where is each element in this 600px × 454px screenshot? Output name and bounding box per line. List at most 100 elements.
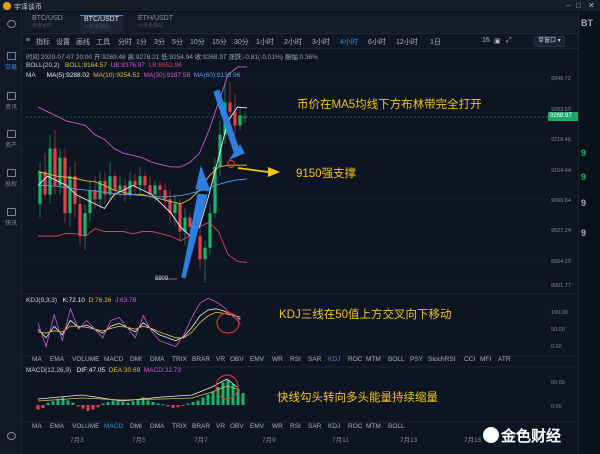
ind2-obv[interactable]: OBV [230,423,244,430]
ind2-rsi[interactable]: RSI [290,423,301,430]
fullscreen-icon[interactable]: ⤢ [506,37,512,45]
ind2-ema[interactable]: EMA [50,423,64,430]
toolbar-tools[interactable]: 工具 [96,37,110,47]
ind-dmi[interactable]: DMI [130,356,142,363]
period-10m[interactable]: 10分 [190,37,205,47]
close-icon[interactable]: ✕ [588,1,595,10]
period-3h[interactable]: 3小时 [312,37,330,47]
ind-atr[interactable]: ATR [498,356,511,363]
ind2-kdj[interactable]: KDJ [328,423,340,430]
macd-bar [61,397,65,405]
ind-emv[interactable]: EMV [250,356,264,363]
ind-macd[interactable]: MACD [104,356,123,363]
ind-psy[interactable]: PSY [410,356,423,363]
period-30m[interactable]: 30分 [234,37,249,47]
ind-mtm[interactable]: MTM [366,356,381,363]
ind-obv[interactable]: OBV [230,356,244,363]
minimize-icon[interactable]: – [566,1,570,10]
candle-body [78,203,82,237]
tab-btc-usdt[interactable]: BTC/USDT 火币全球站 [80,15,123,33]
macd-bar [156,403,160,405]
ind-volume[interactable]: VOLUME [72,356,99,363]
macd-bar [81,405,85,409]
ind2-dma[interactable]: DMA [150,423,164,430]
candle-body [233,111,237,126]
period-15m[interactable]: 15分 [212,37,227,47]
macd-bar [91,405,95,410]
ind-stochrsi[interactable]: StochRSI [428,356,455,363]
ind2-volume[interactable]: VOLUME [72,423,99,430]
sidebar-item-trade[interactable]: 交易 [0,52,22,71]
ind-kdj[interactable]: KDJ [328,356,340,363]
ind2-boll[interactable]: BOLL [388,423,405,430]
menu-icon[interactable]: ≡ [26,37,30,44]
sidebar-item-auth[interactable]: 投权 [0,169,22,188]
ind2-mtm[interactable]: MTM [366,423,381,430]
period-1h[interactable]: 1小时 [256,37,274,47]
macd-bar [71,402,75,405]
sidebar-item-news[interactable]: 资讯 [0,92,22,111]
sidebar-item-assets[interactable]: 资产 [0,130,22,149]
ind2-roc[interactable]: ROC [348,423,362,430]
period-2h[interactable]: 2小时 [284,37,302,47]
candle-body [163,190,167,200]
ind2-vr[interactable]: VR [216,423,225,430]
chart-icon [6,52,16,60]
period-1m[interactable]: 1分 [136,37,147,47]
macd-bar [211,391,215,405]
period-1d[interactable]: 1日 [430,37,441,47]
annotation-macd: 快线勾头转向多头能量持续缩量 [277,392,438,404]
period-3m[interactable]: 3分 [154,37,165,47]
period-12h[interactable]: 12小时 [396,37,418,47]
macd-bar [121,402,125,405]
ind-roc[interactable]: ROC [348,356,362,363]
last-price-tag: 9268.97 [548,112,578,121]
left-sidebar: 交易 资讯 资产 投权 快讯 [0,12,22,454]
period-5m[interactable]: 5分 [172,37,183,47]
ind-rsi[interactable]: RSI [290,356,301,363]
tab-btc-usd[interactable]: BTC/USD 币安合约 [28,15,67,33]
ind-sar[interactable]: SAR [308,356,321,363]
ind-boll[interactable]: BOLL [388,356,405,363]
ind2-wr[interactable]: WR [272,423,283,430]
sidebar-item-flash[interactable]: 快讯 [0,208,22,227]
tab-eth-usdt[interactable]: ETH/USDT 火币全球站 [134,15,177,33]
macd-bar [131,401,135,405]
ind-vr[interactable]: VR [216,356,225,363]
ind2-emv[interactable]: EMV [250,423,264,430]
watermark: 金色财经 [483,425,561,446]
macd-bar [41,405,45,408]
ind2-ma[interactable]: MA [32,423,42,430]
candle-body [113,176,117,191]
right-panel: BT 9 9 9 9 [578,12,600,454]
toolbar-settings[interactable]: 设置 [56,37,70,47]
ind2-dmi[interactable]: DMI [130,423,142,430]
toolbar-indicators[interactable]: 指标 [36,37,50,47]
ind2-trix[interactable]: TRIX [172,423,187,430]
ind2-brar[interactable]: BRAR [192,423,210,430]
period-tick[interactable]: 分时 [118,37,132,47]
ind-brar[interactable]: BRAR [192,356,210,363]
ind-cci[interactable]: CCI [464,356,475,363]
ind-wr[interactable]: WR [272,356,283,363]
macd-legend: MACD(12,26,9) DIF:47.05 DEA:30.69 MACD:3… [26,367,182,374]
macd-bar [186,403,190,405]
help-icon[interactable] [0,432,22,442]
screenshot-icon[interactable]: ▣ [494,37,501,45]
ind2-sar[interactable]: SAR [308,423,321,430]
ind-trix[interactable]: TRIX [172,356,187,363]
window-mode-dropdown[interactable]: 单窗口 ▾ [534,36,565,47]
ind-ma[interactable]: MA [32,356,42,363]
ind-ema[interactable]: EMA [50,356,64,363]
period-6h[interactable]: 6小时 [368,37,386,47]
ind2-macd[interactable]: MACD [104,423,123,430]
period-4h[interactable]: 4小时 [340,37,358,47]
macd-bar [176,405,180,408]
maximize-icon[interactable]: □ [576,1,581,10]
kdj-line [37,297,241,348]
macd-bar [76,405,80,407]
ind-dma[interactable]: DMA [150,356,164,363]
ind-mfi[interactable]: MFI [480,356,491,363]
toolbar-draw[interactable]: 画线 [76,37,90,47]
candle-body [158,185,162,191]
